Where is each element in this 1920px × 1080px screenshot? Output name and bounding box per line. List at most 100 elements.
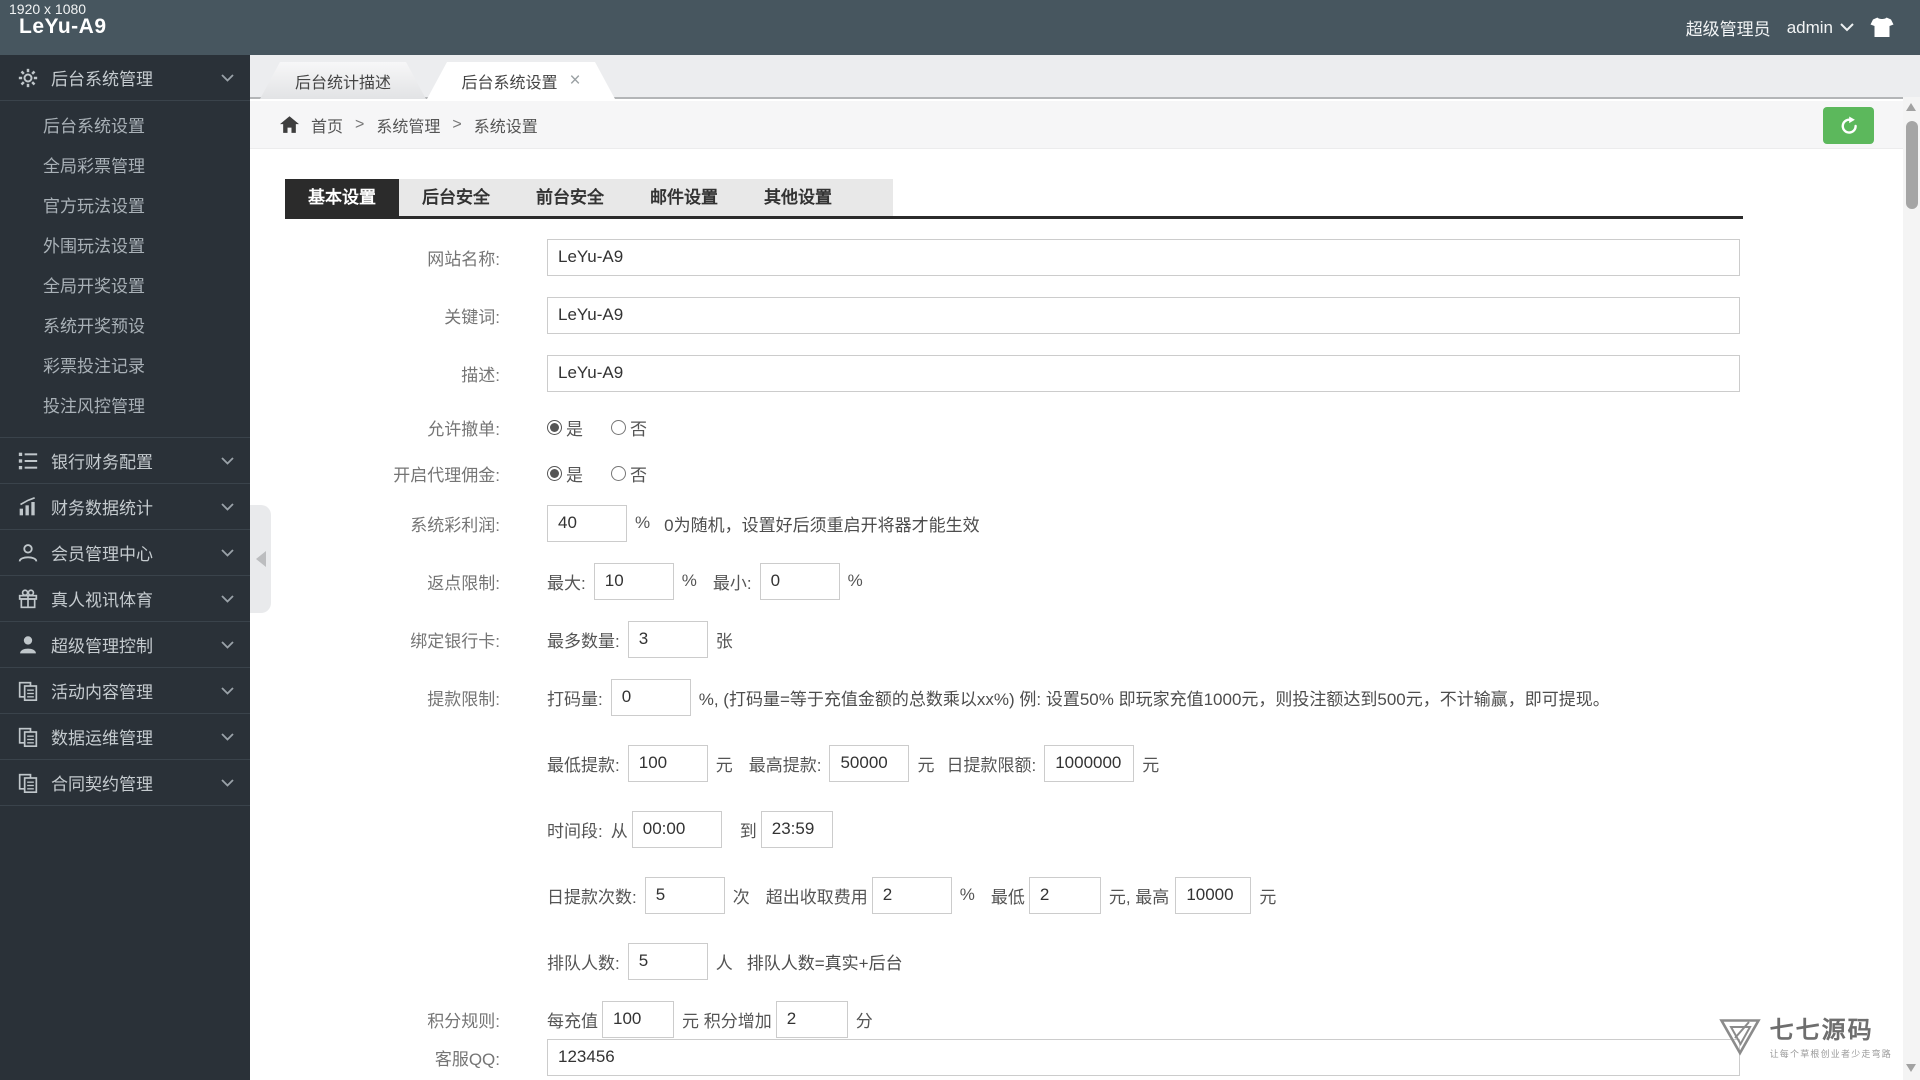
withdraw-code-input[interactable] [610, 678, 691, 716]
subtab-frontend-security[interactable]: 前台安全 [513, 179, 627, 216]
scroll-down-icon[interactable] [1906, 1064, 1916, 1072]
unit-label: % [635, 513, 651, 532]
breadcrumb-system-mgmt[interactable]: 系统管理 [376, 113, 440, 137]
user-menu[interactable]: admin [1787, 18, 1854, 38]
sidebar-subitem-official-play[interactable]: 官方玩法设置 [0, 187, 250, 227]
field-label: 提款限制: [427, 689, 500, 709]
time-from-input[interactable] [631, 810, 722, 848]
sidebar-item-super-admin[interactable]: 超级管理控制 [0, 622, 250, 668]
form-row-allow-cancel: 允许撤单: 是 否 [250, 412, 1903, 442]
daily-fee-input[interactable] [871, 876, 952, 914]
sidebar-subitem-system-settings[interactable]: 后台系统设置 [0, 107, 250, 147]
form-row-rebate-limit: 返点限制: 最大: % 最小: % [250, 562, 1903, 600]
watermark-slogan: 让每个草根创业者少走弯路 [1769, 1049, 1892, 1059]
allow-cancel-yes-radio[interactable] [547, 419, 562, 435]
chevron-down-icon [1840, 23, 1854, 32]
sidebar-item-finance-stats[interactable]: 财务数据统计 [0, 484, 250, 530]
gift-icon [18, 588, 44, 609]
app-logo: LeYu-A9 [19, 15, 107, 38]
daily-fee-max-input[interactable] [1175, 876, 1252, 914]
home-icon[interactable] [280, 116, 299, 133]
sidebar-subitem-global-draw[interactable]: 全局开奖设置 [0, 267, 250, 307]
site-name-input[interactable] [547, 238, 1740, 276]
agent-commission-no-radio[interactable] [611, 465, 626, 481]
unit-label: 次 [732, 887, 750, 907]
system-profit-input[interactable] [547, 504, 627, 542]
field-label: 绑定银行卡: [410, 631, 500, 651]
form-row-description: 描述: [250, 354, 1903, 392]
keywords-input[interactable] [547, 296, 1740, 334]
chevron-down-icon [221, 456, 234, 465]
breadcrumb-system-settings[interactable]: 系统设置 [474, 113, 538, 137]
close-icon[interactable]: × [569, 71, 580, 90]
rebate-min-input[interactable] [759, 562, 840, 600]
field-label: 允许撤单: [427, 419, 500, 439]
field-label: 返点限制: [427, 573, 500, 593]
refresh-button[interactable] [1823, 107, 1874, 144]
time-to-input[interactable] [760, 810, 833, 848]
sidebar-subitem-peripheral-play[interactable]: 外围玩法设置 [0, 227, 250, 267]
withdraw-max-input[interactable] [829, 744, 910, 782]
sidebar-item-bank-finance[interactable]: 银行财务配置 [0, 438, 250, 484]
sidebar-item-live-video-sports[interactable]: 真人视讯体育 [0, 576, 250, 622]
user-outline-icon [18, 543, 44, 563]
subtab-other-settings[interactable]: 其他设置 [741, 179, 855, 216]
field-note: 排队人数=真实+后台 [746, 953, 903, 973]
inline-label: 日提款限额: [946, 755, 1037, 775]
sidebar-subitem-risk-control[interactable]: 投注风控管理 [0, 387, 250, 427]
main-content: 后台统计描述 后台系统设置 × 首页 > 系统管理 > 系统设置 基本设置 后台… [250, 55, 1920, 1080]
rebate-max-input[interactable] [593, 562, 674, 600]
tab-backend-system-settings[interactable]: 后台系统设置 × [427, 62, 615, 99]
agent-commission-yes-radio[interactable] [547, 465, 562, 481]
sidebar-item-contract-mgmt[interactable]: 合同契约管理 [0, 760, 250, 806]
sidebar-subitem-draw-preset[interactable]: 系统开奖预设 [0, 307, 250, 347]
inline-label: 每充值 [547, 1011, 598, 1031]
sidebar-subitem-lottery-mgmt[interactable]: 全局彩票管理 [0, 147, 250, 187]
points-add-input[interactable] [775, 1000, 848, 1038]
subtab-mail-settings[interactable]: 邮件设置 [627, 179, 741, 216]
theme-shirt-icon[interactable] [1870, 17, 1894, 38]
sidebar-item-backend-system[interactable]: 后台系统管理 [0, 55, 250, 101]
tab-backend-stats[interactable]: 后台统计描述 [260, 62, 426, 99]
sidebar-item-data-ops[interactable]: 数据运维管理 [0, 714, 250, 760]
unit-label: 元 [1142, 755, 1160, 775]
radio-label: 否 [630, 419, 647, 439]
queue-input[interactable] [627, 942, 708, 980]
basic-settings-form: 网站名称: 关键词: 描述: 允许撤单: 是 否 开启代理佣金: [250, 219, 1903, 1076]
sidebar-submenu: 后台系统设置 全局彩票管理 官方玩法设置 外围玩法设置 全局开奖设置 系统开奖预… [0, 101, 250, 438]
subtab-backend-security[interactable]: 后台安全 [399, 179, 513, 216]
scroll-up-icon[interactable] [1906, 103, 1916, 111]
service-qq-input[interactable] [547, 1038, 1740, 1076]
inline-label: 最低提款: [547, 755, 620, 775]
bank-card-qty-input[interactable] [627, 620, 708, 658]
subtab-basic-settings[interactable]: 基本设置 [285, 179, 399, 216]
chevron-down-icon [221, 548, 234, 557]
form-row-withdraw-limit: 提款限制: 打码量: %, (打码量=等于充值金额的总数乘以xx%) 例: 设置… [250, 678, 1903, 716]
sidebar-subitem-bet-records[interactable]: 彩票投注记录 [0, 347, 250, 387]
chevron-down-icon [221, 778, 234, 787]
daily-times-input[interactable] [644, 876, 725, 914]
withdraw-daily-limit-input[interactable] [1044, 744, 1135, 782]
scrollbar-thumb[interactable] [1905, 121, 1918, 209]
breadcrumb-home[interactable]: 首页 [311, 113, 343, 137]
withdraw-min-input[interactable] [627, 744, 708, 782]
sidebar-collapse-handle[interactable] [250, 505, 271, 613]
inline-label: 从 [610, 821, 628, 841]
inline-label: 时间段: [547, 821, 603, 841]
allow-cancel-no-radio[interactable] [611, 419, 626, 435]
inline-label: 最多数量: [547, 631, 620, 651]
field-label: 描述: [461, 365, 500, 385]
description-input[interactable] [547, 354, 1740, 392]
daily-fee-min-input[interactable] [1028, 876, 1101, 914]
chevron-down-icon [221, 73, 234, 82]
points-recharge-input[interactable] [602, 1000, 674, 1038]
sidebar-item-activity-content[interactable]: 活动内容管理 [0, 668, 250, 714]
unit-label: 元 [1259, 887, 1277, 907]
sidebar-item-label: 财务数据统计 [51, 499, 153, 518]
breadcrumb: 首页 > 系统管理 > 系统设置 [250, 101, 1920, 149]
sidebar-item-member-center[interactable]: 会员管理中心 [0, 530, 250, 576]
vertical-scrollbar[interactable] [1903, 97, 1920, 1080]
form-row-system-profit: 系统彩利润: % 0为随机，设置好后须重启开将器才能生效 [250, 504, 1903, 542]
radio-label: 否 [630, 465, 647, 485]
field-label: 开启代理佣金: [393, 465, 500, 485]
